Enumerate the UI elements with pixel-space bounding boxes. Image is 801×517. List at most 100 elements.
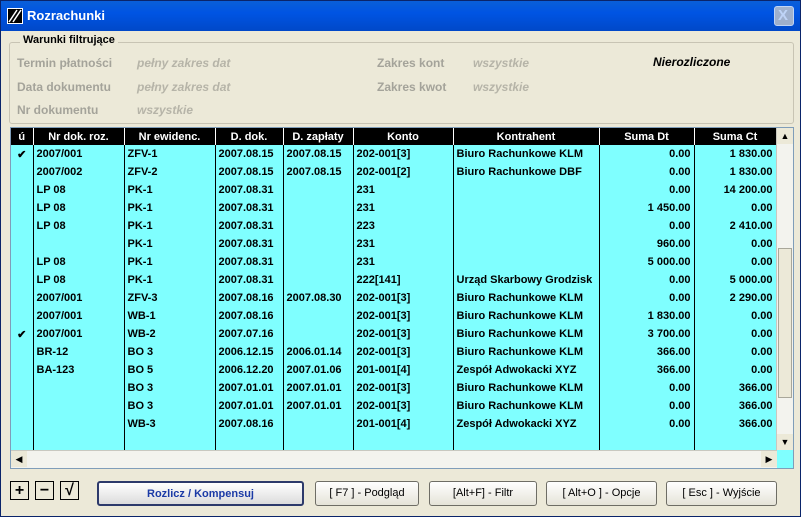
nr-dok-roz-cell: 2007/001 bbox=[33, 145, 125, 163]
table-row[interactable]: LP 08 PK-1 2007.08.31 222[141] Urząd Skarbow… bbox=[11, 271, 777, 289]
d-dok-cell: 2007.08.16 bbox=[215, 415, 284, 433]
vertical-scroll-thumb[interactable] bbox=[778, 248, 792, 398]
table-row[interactable]: 2007/001 WB-1 2007.08.16 202-001[3] Biuro Ra… bbox=[11, 307, 777, 325]
table-row[interactable]: WB-3 2007.08.16 201-001[4] Zespół Adwokacki… bbox=[11, 415, 777, 433]
konto-cell: 202-001[3] bbox=[353, 145, 454, 163]
table-row[interactable]: LP 08 PK-1 2007.08.31 231 5 000.00 0.00 bbox=[11, 253, 777, 271]
nr-ewidenc-cell: PK-1 bbox=[124, 253, 216, 271]
scroll-down-icon[interactable]: ▼ bbox=[777, 434, 793, 450]
table-row[interactable]: BA-123 BO 5 2006.12.20 2007.01.06 201-001[4]… bbox=[11, 361, 777, 379]
options-button[interactable]: [ Alt+O ] - Opcje bbox=[546, 481, 657, 506]
nr-dok-roz-cell bbox=[33, 379, 125, 397]
nr-dok-roz-cell: LP 08 bbox=[33, 253, 125, 271]
d-dok-cell: 2007.08.15 bbox=[215, 163, 284, 181]
scroll-right-icon[interactable]: ▶ bbox=[761, 451, 777, 467]
nr-dok-roz-cell: LP 08 bbox=[33, 271, 125, 289]
d-zaplaty-cell: 2007.01.01 bbox=[283, 397, 354, 415]
nr-dok-roz-cell bbox=[33, 415, 125, 433]
data-dokumentu-value: pełny zakres dat bbox=[137, 80, 231, 94]
suma-ct-cell: 366.00 bbox=[694, 379, 777, 397]
filter-button[interactable]: [Alt+F] - Filtr bbox=[429, 481, 537, 506]
check-cell bbox=[11, 361, 34, 379]
kontrahent-cell: Biuro Rachunkowe DBF bbox=[453, 163, 600, 181]
nr-ewidenc-cell: BO 3 bbox=[124, 343, 216, 361]
col-header-d-zaplaty[interactable]: D. zapłaty bbox=[283, 128, 354, 145]
col-header-suma-dt[interactable]: Suma Dt bbox=[599, 128, 695, 145]
col-header-d-dok[interactable]: D. dok. bbox=[215, 128, 284, 145]
check-cell bbox=[11, 433, 34, 451]
konto-cell: 202-001[3] bbox=[353, 325, 454, 343]
suma-dt-cell: 0.00 bbox=[599, 163, 695, 181]
col-header-kontrahent[interactable]: Kontrahent bbox=[453, 128, 600, 145]
table-row[interactable] bbox=[11, 433, 777, 451]
scroll-left-icon[interactable]: ◀ bbox=[11, 451, 27, 467]
col-header-nr-dok-roz[interactable]: Nr dok. roz. bbox=[33, 128, 125, 145]
konto-cell: 222[141] bbox=[353, 271, 454, 289]
preview-button[interactable]: [ F7 ] - Podgląd bbox=[315, 481, 419, 506]
title-bar[interactable]: Rozrachunki X bbox=[1, 1, 800, 31]
kontrahent-cell bbox=[453, 433, 600, 451]
d-zaplaty-cell bbox=[283, 217, 354, 235]
horizontal-scrollbar[interactable]: ◀ ▶ bbox=[11, 450, 777, 468]
status-label: Nierozliczone bbox=[653, 55, 731, 69]
d-dok-cell: 2006.12.15 bbox=[215, 343, 284, 361]
remove-icon[interactable]: − bbox=[35, 481, 54, 500]
table-row[interactable]: 2007/002 ZFV-2 2007.08.15 2007.08.15 202-001… bbox=[11, 163, 777, 181]
table-row[interactable]: LP 08 PK-1 2007.08.31 231 0.00 14 200.00 bbox=[11, 181, 777, 199]
nr-ewidenc-cell: WB-2 bbox=[124, 325, 216, 343]
kontrahent-cell: Urząd Skarbowy Grodzisk bbox=[453, 271, 600, 289]
nr-ewidenc-cell: ZFV-1 bbox=[124, 145, 216, 163]
col-header-nr-ewidenc[interactable]: Nr ewidenc. bbox=[124, 128, 216, 145]
filter-group: Warunki filtrujące Termin płatności pełn… bbox=[9, 34, 794, 124]
check-cell: ✔ bbox=[11, 145, 34, 163]
suma-dt-cell bbox=[599, 433, 695, 451]
konto-cell: 201-001[4] bbox=[353, 415, 454, 433]
table-row[interactable]: BO 3 2007.01.01 2007.01.01 202-001[3] Biuro … bbox=[11, 397, 777, 415]
col-header-konto[interactable]: Konto bbox=[353, 128, 454, 145]
table-row[interactable]: ✔ 2007/001 ZFV-1 2007.08.15 2007.08.15 202-00… bbox=[11, 145, 777, 163]
d-zaplaty-cell bbox=[283, 181, 354, 199]
table-row[interactable]: BO 3 2007.01.01 2007.01.01 202-001[3] Biuro … bbox=[11, 379, 777, 397]
suma-ct-cell bbox=[694, 433, 777, 451]
scroll-up-icon[interactable]: ▲ bbox=[777, 128, 793, 144]
d-zaplaty-cell bbox=[283, 271, 354, 289]
table-row[interactable]: 2007/001 ZFV-3 2007.08.16 2007.08.30 202-001… bbox=[11, 289, 777, 307]
d-zaplaty-cell: 2007.08.30 bbox=[283, 289, 354, 307]
nr-ewidenc-cell: BO 3 bbox=[124, 397, 216, 415]
table-row[interactable]: BR-12 BO 3 2006.12.15 2006.01.14 202-001[3] B… bbox=[11, 343, 777, 361]
suma-ct-cell: 0.00 bbox=[694, 199, 777, 217]
col-header-suma-ct[interactable]: Suma Ct bbox=[694, 128, 777, 145]
nr-dok-roz-cell: 2007/001 bbox=[33, 289, 125, 307]
close-button[interactable]: X bbox=[774, 6, 794, 26]
suma-dt-cell: 960.00 bbox=[599, 235, 695, 253]
add-icon[interactable]: + bbox=[10, 481, 29, 500]
d-dok-cell bbox=[215, 433, 284, 451]
rozrachunki-grid[interactable]: ú Nr dok. roz. Nr ewidenc. D. dok. D. za… bbox=[10, 127, 794, 469]
d-dok-cell: 2006.12.20 bbox=[215, 361, 284, 379]
check-icon[interactable]: √ bbox=[60, 481, 79, 500]
suma-ct-cell: 0.00 bbox=[694, 361, 777, 379]
nr-dok-roz-cell: 2007/001 bbox=[33, 325, 125, 343]
exit-button[interactable]: [ Esc ] - Wyjście bbox=[666, 481, 777, 506]
table-row[interactable]: LP 08 PK-1 2007.08.31 231 1 450.00 0.00 bbox=[11, 199, 777, 217]
table-row[interactable]: PK-1 2007.08.31 231 960.00 0.00 bbox=[11, 235, 777, 253]
settle-button[interactable]: Rozlicz / Kompensuj bbox=[97, 481, 304, 506]
termin-value: pełny zakres dat bbox=[137, 56, 231, 70]
vertical-scrollbar[interactable]: ▲ ▼ bbox=[776, 128, 793, 450]
kontrahent-cell: Biuro Rachunkowe KLM bbox=[453, 397, 600, 415]
d-dok-cell: 2007.08.15 bbox=[215, 145, 284, 163]
col-header-check[interactable]: ú bbox=[11, 128, 34, 145]
kontrahent-cell bbox=[453, 199, 600, 217]
nr-dok-roz-cell: BA-123 bbox=[33, 361, 125, 379]
d-dok-cell: 2007.08.31 bbox=[215, 217, 284, 235]
nr-dok-roz-cell: LP 08 bbox=[33, 217, 125, 235]
suma-ct-cell: 0.00 bbox=[694, 253, 777, 271]
table-row[interactable]: ✔ 2007/001 WB-2 2007.07.16 202-001[3] Biuro R… bbox=[11, 325, 777, 343]
check-cell bbox=[11, 235, 34, 253]
suma-dt-cell: 1 450.00 bbox=[599, 199, 695, 217]
suma-dt-cell: 5 000.00 bbox=[599, 253, 695, 271]
check-cell: ✔ bbox=[11, 325, 34, 343]
kontrahent-cell bbox=[453, 181, 600, 199]
check-cell bbox=[11, 217, 34, 235]
table-row[interactable]: LP 08 PK-1 2007.08.31 223 0.00 2 410.00 bbox=[11, 217, 777, 235]
